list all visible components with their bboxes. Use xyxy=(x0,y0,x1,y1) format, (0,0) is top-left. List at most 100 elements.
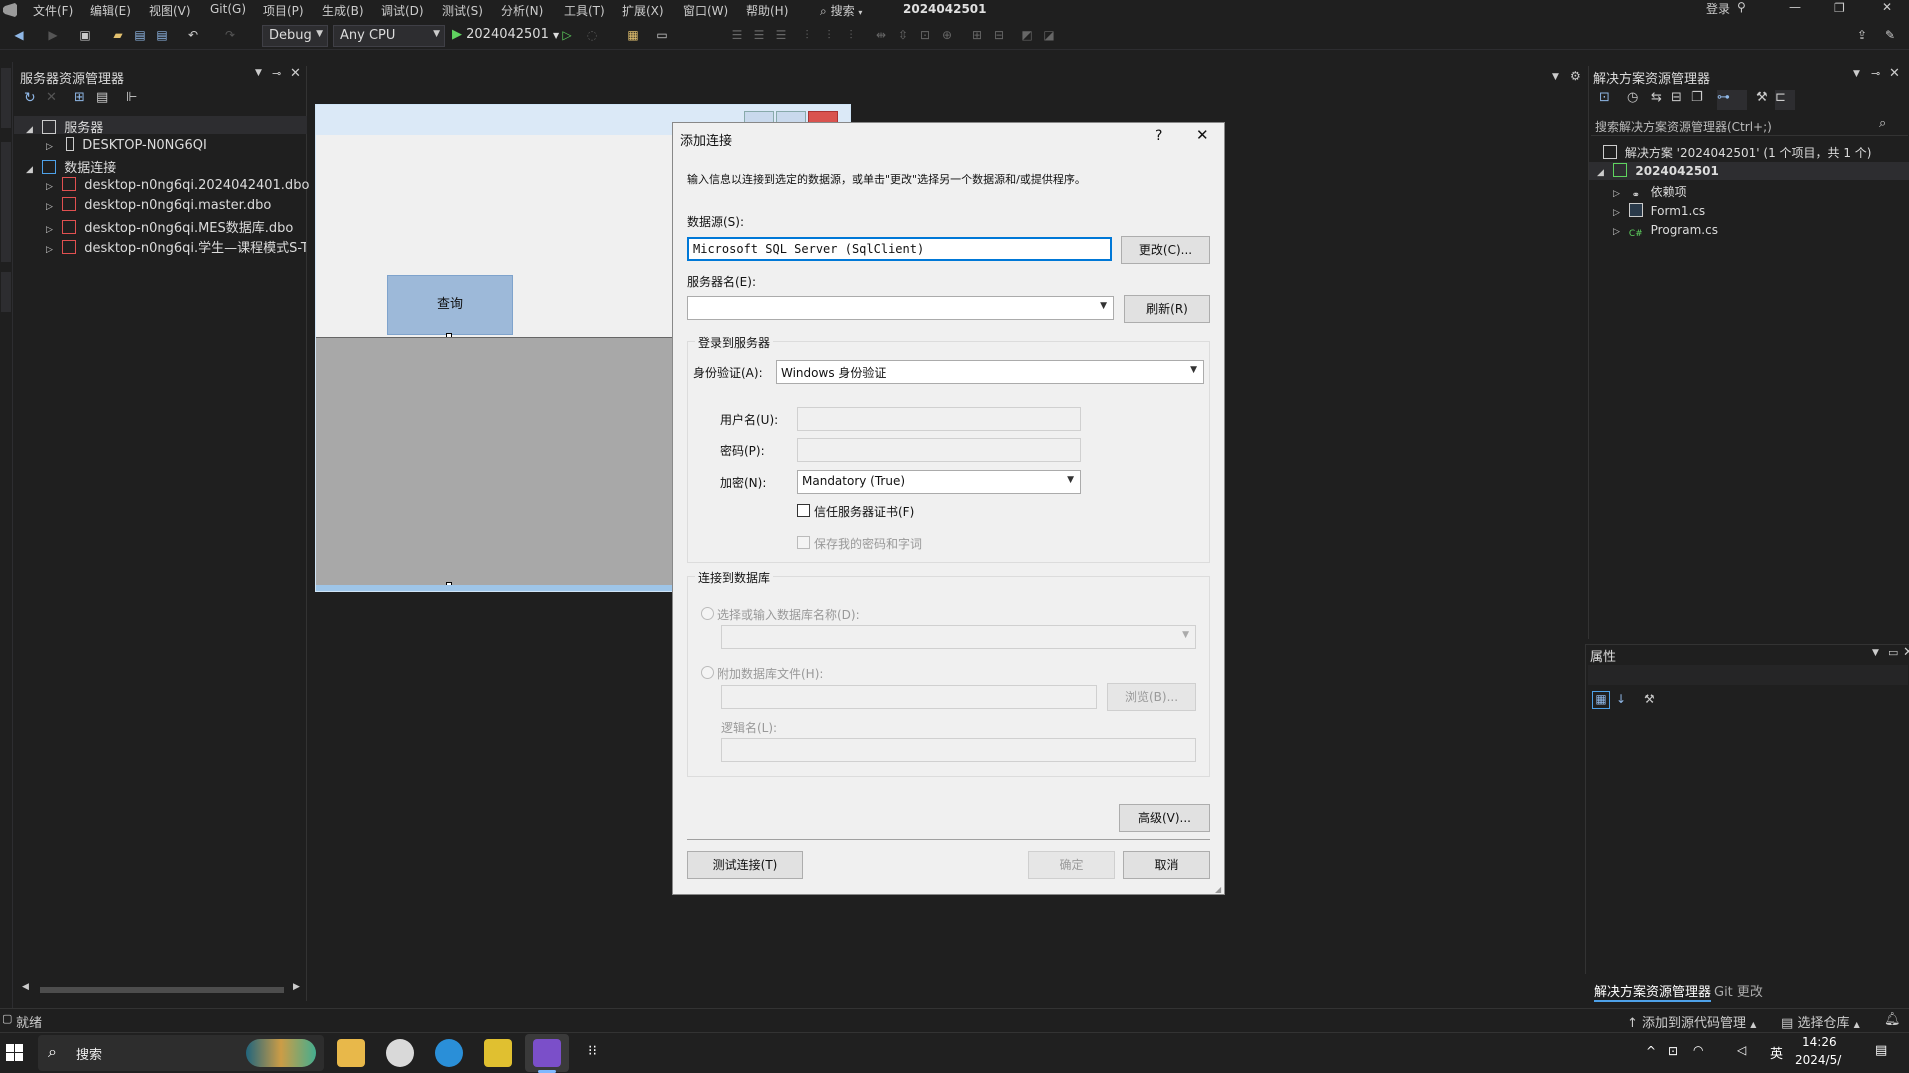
query-button[interactable]: 查询 xyxy=(387,275,513,335)
dependencies-node[interactable]: ▷ ⚭ 依赖项 xyxy=(1613,183,1687,204)
configuration-select[interactable]: Debug ▼ xyxy=(262,25,328,47)
tray-ime-icon[interactable]: 英 xyxy=(1770,1043,1783,1062)
share-icon[interactable]: ⇪ xyxy=(1855,28,1869,42)
menu-file[interactable]: 文件(F) xyxy=(33,2,73,19)
menu-view[interactable]: 视图(V) xyxy=(149,2,191,19)
taskbar-search[interactable]: ⌕ 搜索 xyxy=(38,1035,324,1071)
edge-icon[interactable] xyxy=(435,1039,463,1067)
app-icon[interactable] xyxy=(386,1039,414,1067)
taskbar-time[interactable]: 14:26 xyxy=(1802,1035,1837,1049)
tree-connection-item[interactable]: ▷ desktop-n0ng6qi.MES数据库.dbo xyxy=(46,217,293,236)
dropdown-icon[interactable]: ▼ xyxy=(255,68,262,78)
auth-select[interactable]: Windows 身份验证 ▼ xyxy=(776,360,1204,384)
refresh-button[interactable]: 刷新(R) xyxy=(1124,295,1210,323)
preview-icon[interactable]: ⊏ xyxy=(1775,90,1795,110)
chevron-down-icon[interactable]: ▼ xyxy=(1100,301,1107,311)
tree-servers-node[interactable]: ◢ 服务器 xyxy=(26,117,103,136)
restore-button[interactable]: ❐ xyxy=(1834,1,1845,15)
align-middle-icon[interactable]: ⫶ xyxy=(822,28,836,42)
search-icon[interactable]: ⌕ xyxy=(1879,116,1886,131)
tree-connection-item[interactable]: ▷ desktop-n0ng6qi.2024042401.dbo xyxy=(46,177,309,193)
menu-edit[interactable]: 编辑(E) xyxy=(90,2,131,19)
menu-test[interactable]: 测试(S) xyxy=(442,2,483,19)
file-explorer-icon[interactable] xyxy=(337,1039,365,1067)
platform-select[interactable]: Any CPU ▼ xyxy=(333,25,445,47)
logical-name-field[interactable] xyxy=(721,738,1196,762)
layout-icon[interactable]: ▭ xyxy=(655,28,669,42)
alphabetical-icon[interactable]: ↓ xyxy=(1616,692,1626,706)
undo-icon[interactable]: ↶ xyxy=(186,28,200,42)
editor-dropdown-icon[interactable]: ▼ xyxy=(1552,72,1559,82)
menu-analyze[interactable]: 分析(N) xyxy=(501,2,543,19)
minimize-button[interactable]: — xyxy=(1789,0,1801,14)
menu-git[interactable]: Git(G) xyxy=(210,2,246,16)
form1-node[interactable]: ▷ Form1.cs xyxy=(1613,203,1705,218)
editor-settings-icon[interactable]: ⚙ xyxy=(1570,69,1581,83)
resize-grip-icon[interactable]: ◢ xyxy=(1215,885,1221,894)
new-project-icon[interactable]: ▣ xyxy=(78,28,92,42)
select-db-radio[interactable] xyxy=(701,607,714,620)
tree-connection-item[interactable]: ▷ desktop-n0ng6qi.master.dbo xyxy=(46,197,271,213)
servername-combobox[interactable]: ▼ xyxy=(687,296,1114,320)
tree-connections-node[interactable]: ◢ 数据连接 xyxy=(26,157,116,176)
tab-git-changes[interactable]: Git 更改 xyxy=(1714,981,1763,1000)
menu-help[interactable]: 帮助(H) xyxy=(746,2,788,19)
refresh-icon[interactable]: ↻ xyxy=(24,90,36,106)
attach-db-field[interactable] xyxy=(721,685,1097,709)
pin-icon[interactable]: ⊸ xyxy=(272,67,281,80)
dropdown-icon[interactable]: ▼ xyxy=(1853,69,1860,79)
scroll-left-icon[interactable]: ◀ xyxy=(22,982,29,992)
project-node[interactable]: ◢ 2024042501 xyxy=(1597,163,1719,178)
switch-views-icon[interactable]: ⊡ xyxy=(1599,90,1610,105)
pin-icon[interactable]: ⊸ xyxy=(1871,67,1880,80)
login-link[interactable]: 登录 xyxy=(1706,0,1730,17)
visual-studio-icon[interactable] xyxy=(533,1039,561,1067)
test-connection-button[interactable]: 测试连接(T) xyxy=(687,851,803,879)
tree-connection-item[interactable]: ▷ desktop-n0ng6qi.学生—课程模式S-T.dl xyxy=(46,237,306,256)
account-icon[interactable]: ⚲ xyxy=(1737,0,1746,14)
advanced-button[interactable]: 高级(V)... xyxy=(1119,804,1210,832)
horizontal-scrollbar[interactable]: ◀ ▶ xyxy=(20,982,305,996)
close-icon[interactable]: ✕ xyxy=(1903,645,1909,660)
sync-icon[interactable]: ⇆ xyxy=(1651,90,1662,105)
notification-bell-icon[interactable]: 🔔︎ xyxy=(1884,1012,1901,1027)
change-button[interactable]: 更改(C)... xyxy=(1121,236,1210,264)
open-folder-icon[interactable]: ▰ xyxy=(111,28,125,42)
dropdown-icon[interactable]: ▼ xyxy=(1872,648,1879,658)
vertical-spacing-icon[interactable]: ⊟ xyxy=(992,28,1006,42)
align-bottom-icon[interactable]: ⫶ xyxy=(844,28,858,42)
data-sources-tab[interactable] xyxy=(1,142,11,262)
taskbar-date[interactable]: 2024/5/ xyxy=(1795,1053,1841,1067)
menu-window[interactable]: 窗口(W) xyxy=(683,2,728,19)
username-field[interactable] xyxy=(797,407,1081,431)
tray-wifi-icon[interactable]: ◠ xyxy=(1693,1043,1703,1057)
vs-logo-icon[interactable] xyxy=(2,2,18,18)
align-top-icon[interactable]: ⫶ xyxy=(800,28,814,42)
tab-solution-explorer[interactable]: 解决方案资源管理器 xyxy=(1594,981,1712,1002)
azure-icon[interactable]: ⊩ xyxy=(126,90,137,105)
feedback-icon[interactable]: ✎ xyxy=(1883,28,1897,42)
attach-db-radio[interactable] xyxy=(701,666,714,679)
solution-search-box[interactable]: 搜索解决方案资源管理器(Ctrl+;) ⌕ xyxy=(1591,116,1908,136)
stop-icon[interactable]: ✕ xyxy=(46,90,57,105)
filter-icon[interactable]: ⊶ xyxy=(1717,90,1747,110)
categorized-icon[interactable]: ▦ xyxy=(1592,691,1610,709)
windows-start-icon[interactable] xyxy=(6,1044,23,1061)
cancel-button[interactable]: 取消 xyxy=(1123,851,1210,879)
app-icon[interactable] xyxy=(484,1039,512,1067)
tray-network-icon[interactable]: ⊡ xyxy=(1668,1044,1678,1058)
object-selector[interactable] xyxy=(1588,665,1908,685)
same-width-icon[interactable]: ⇹ xyxy=(874,28,888,42)
close-button[interactable]: ✕ xyxy=(1196,126,1209,144)
save-password-checkbox[interactable] xyxy=(797,536,810,549)
encrypt-select[interactable]: Mandatory (True) ▼ xyxy=(797,470,1081,494)
same-size-icon[interactable]: ⊡ xyxy=(918,28,932,42)
datasource-field[interactable]: Microsoft SQL Server (SqlClient) xyxy=(687,237,1112,261)
history-icon[interactable]: ◷ xyxy=(1627,90,1638,105)
close-window-button[interactable]: ✕ xyxy=(1882,0,1892,14)
properties-side-tab[interactable] xyxy=(1,272,11,312)
save-icon[interactable]: ▤ xyxy=(133,28,147,42)
tree-server-node[interactable]: ▷ DESKTOP-N0NG6QI xyxy=(46,137,207,153)
select-repo[interactable]: ▤ 选择仓库 ▲ xyxy=(1781,1012,1860,1031)
scroll-thumb[interactable] xyxy=(40,987,284,993)
